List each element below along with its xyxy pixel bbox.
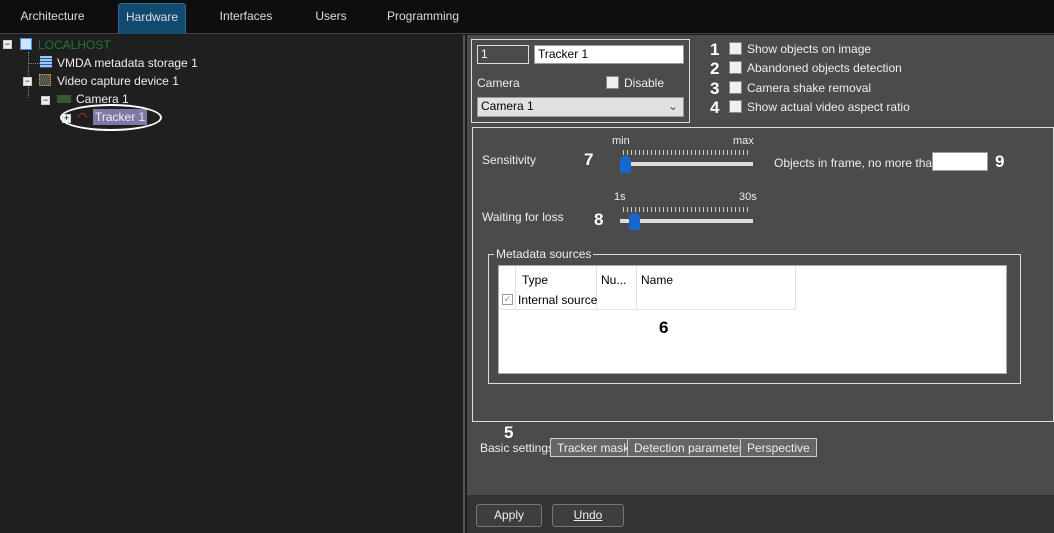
capture-device-icon — [39, 74, 51, 86]
sensitivity-min-label: min — [612, 135, 630, 147]
camera-select-value: Camera 1 — [481, 99, 534, 113]
callout-9: 9 — [995, 152, 1005, 171]
abandoned-objects-checkbox[interactable] — [729, 61, 742, 74]
callout-6: 6 — [659, 318, 669, 337]
show-objects-label: Show objects on image — [747, 42, 872, 56]
tab-basic-settings[interactable]: Basic settings — [474, 438, 561, 457]
column-name[interactable]: Name — [641, 273, 673, 287]
show-objects-checkbox[interactable] — [729, 42, 742, 55]
callout-2: 2 — [710, 59, 720, 78]
top-nav: Architecture Hardware Interfaces Users P… — [0, 0, 1054, 34]
tab-users[interactable]: Users — [308, 3, 354, 34]
column-number[interactable]: Nu... — [601, 273, 626, 287]
waiting-min-label: 1s — [614, 191, 626, 203]
tree-node-device[interactable]: Video capture device 1 — [57, 73, 179, 89]
row-type[interactable]: Internal source — [518, 293, 597, 307]
id-input[interactable]: 1 — [477, 45, 529, 64]
collapse-toggle[interactable]: − — [3, 40, 12, 49]
undo-button[interactable]: Undo — [552, 504, 624, 527]
highlight-ellipse — [60, 104, 162, 131]
metadata-sources-title: Metadata sources — [494, 247, 594, 261]
chevron-down-icon: ⌄ — [667, 99, 678, 113]
waiting-loss-slider[interactable] — [628, 213, 640, 230]
tab-tracker-mask[interactable]: Tracker mask — [550, 438, 637, 457]
aspect-ratio-label: Show actual video aspect ratio — [747, 100, 910, 114]
objects-limit-input[interactable] — [932, 152, 988, 171]
collapse-toggle[interactable]: − — [23, 77, 32, 86]
callout-3: 3 — [710, 79, 720, 98]
metadata-table: Type Nu... Name ✓ Internal source 6 — [498, 265, 1007, 374]
row-checkbox[interactable]: ✓ — [502, 294, 513, 305]
column-type[interactable]: Type — [522, 273, 548, 287]
callout-8: 8 — [594, 210, 604, 229]
shake-removal-checkbox[interactable] — [729, 81, 742, 94]
waiting-max-label: 30s — [739, 191, 757, 203]
hardware-tree: − LOCALHOST VMDA metadata storage 1 − Vi… — [0, 35, 465, 533]
settings-panel: 1 Tracker 1 Camera Disable Camera 1 ⌄ 1 S… — [467, 35, 1054, 495]
name-input[interactable]: Tracker 1 — [534, 45, 684, 64]
camera-label: Camera — [477, 76, 520, 90]
callout-1: 1 — [710, 40, 720, 59]
tab-architecture[interactable]: Architecture — [10, 3, 95, 34]
tree-node-localhost[interactable]: LOCALHOST — [38, 37, 111, 53]
callout-7: 7 — [584, 150, 594, 169]
aspect-ratio-checkbox[interactable] — [729, 100, 742, 113]
tab-perspective[interactable]: Perspective — [740, 438, 817, 457]
sensitivity-max-label: max — [733, 135, 754, 147]
collapse-toggle[interactable]: − — [41, 96, 50, 105]
disable-label: Disable — [624, 76, 665, 90]
abandoned-objects-label: Abandoned objects detection — [747, 61, 902, 75]
waiting-loss-label: Waiting for loss — [482, 210, 564, 224]
callout-5: 5 — [504, 423, 514, 442]
camera-select[interactable]: Camera 1 ⌄ — [477, 97, 684, 117]
tab-hardware[interactable]: Hardware — [118, 3, 186, 34]
computer-icon — [20, 38, 32, 50]
shake-removal-label: Camera shake removal — [747, 81, 872, 95]
tab-detection-parameters[interactable]: Detection parameters — [627, 438, 756, 457]
objects-limit-label: Objects in frame, no more than — [774, 156, 939, 170]
disable-checkbox[interactable] — [606, 76, 619, 89]
tab-programming[interactable]: Programming — [385, 3, 461, 34]
sensitivity-label: Sensitivity — [482, 153, 537, 167]
tab-interfaces[interactable]: Interfaces — [210, 3, 282, 34]
tree-node-storage[interactable]: VMDA metadata storage 1 — [57, 55, 198, 71]
storage-icon — [40, 56, 52, 68]
camera-icon — [57, 95, 71, 103]
callout-4: 4 — [710, 98, 720, 117]
sensitivity-slider[interactable] — [620, 156, 631, 173]
apply-button[interactable]: Apply — [476, 504, 542, 527]
